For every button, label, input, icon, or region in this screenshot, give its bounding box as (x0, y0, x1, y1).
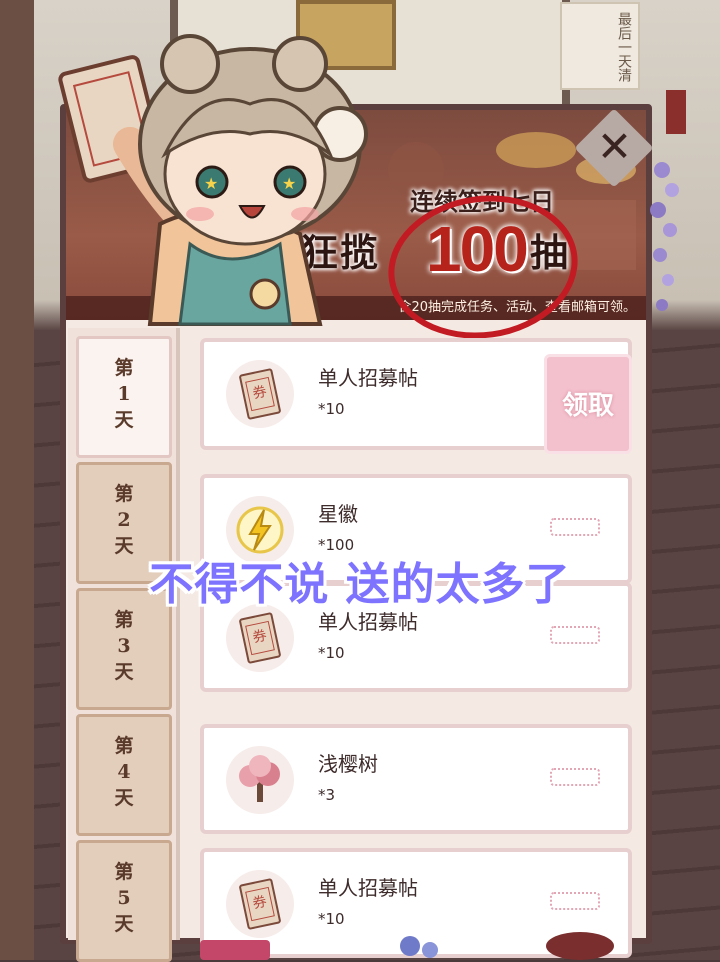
reward-name: 单人招募帖 (318, 366, 418, 390)
reward-name: 单人招募帖 (318, 876, 418, 900)
day-tab-prefix: 第 (114, 861, 134, 883)
ticket-icon (238, 367, 282, 421)
reward-card-day1: 单人招募帖 *10 领取 (200, 338, 632, 454)
close-icon: ✕ (597, 122, 633, 172)
day-tab-5[interactable]: 第 5 天 (76, 840, 172, 962)
background-scroll-text: 最后一天清 (616, 12, 632, 82)
day-tab-number: 2 (117, 509, 131, 531)
ticket-icon (238, 611, 282, 665)
reward-name: 浅樱树 (318, 752, 378, 776)
day-tab-number: 5 (117, 887, 131, 909)
reward-quantity: *3 (318, 786, 336, 804)
day-tab-suffix: 天 (114, 913, 134, 935)
cherry-tree-icon (239, 755, 280, 802)
claim-placeholder (550, 892, 600, 910)
overlay-caption: 不得不说 送的太多了 (149, 559, 571, 610)
day-tab-prefix: 第 (114, 735, 134, 757)
svg-text:★: ★ (204, 174, 218, 193)
day-tab-suffix: 天 (114, 661, 134, 683)
day-tab-prefix: 第 (114, 357, 134, 379)
day-tab-column: 第 1 天 第 2 天 第 3 天 第 4 天 第 5 天 (68, 328, 180, 962)
day-tab-suffix: 天 (114, 409, 134, 431)
day-tab-number: 4 (117, 761, 131, 783)
bottom-decoration (200, 932, 614, 960)
day-tab-prefix: 第 (114, 483, 134, 505)
character-illustration: ★ ★ (58, 34, 368, 326)
day-tab-1[interactable]: 第 1 天 (76, 336, 172, 458)
reward-icon-frame (226, 360, 294, 428)
reward-quantity: *10 (318, 644, 345, 662)
reward-quantity: *10 (318, 400, 345, 418)
claim-placeholder (550, 768, 600, 786)
day-tab-4[interactable]: 第 4 天 (76, 714, 172, 836)
reward-icon-frame (226, 604, 294, 672)
wisteria-decoration (650, 90, 686, 311)
reward-card-day4: 浅樱树 *3 (200, 724, 632, 834)
reward-name: 星徽 (318, 502, 358, 526)
claim-placeholder (550, 518, 600, 536)
background-post (0, 0, 34, 960)
claim-placeholder (550, 626, 600, 644)
day-tab-suffix: 天 (114, 787, 134, 809)
reward-icon-frame (226, 746, 294, 814)
day-tab-number: 3 (117, 635, 131, 657)
svg-text:★: ★ (282, 174, 296, 193)
day-tab-number: 1 (117, 383, 131, 405)
claim-button[interactable]: 领取 (544, 354, 632, 454)
